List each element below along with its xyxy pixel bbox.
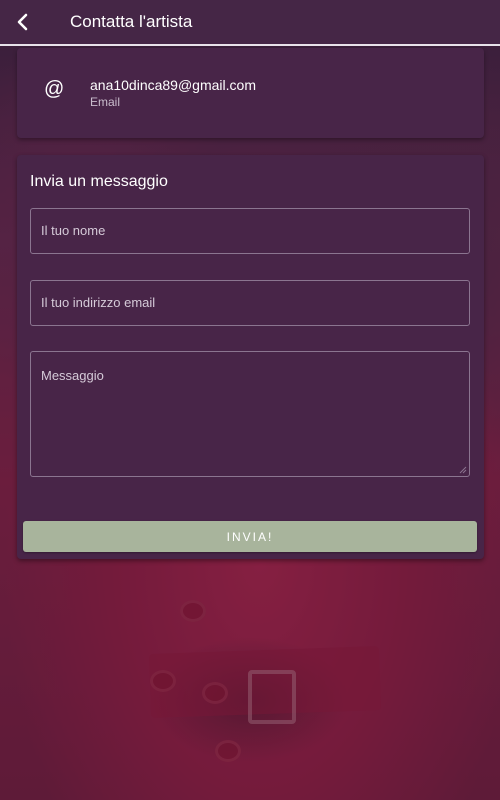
- app-header: Contatta l'artista: [0, 0, 500, 46]
- contact-email-value[interactable]: ana10dinca89@gmail.com: [90, 77, 256, 93]
- email-input-placeholder: Il tuo indirizzo email: [41, 295, 156, 310]
- back-button[interactable]: [0, 0, 46, 44]
- message-textarea-placeholder: Messaggio: [41, 368, 104, 383]
- page-title: Contatta l'artista: [70, 12, 193, 31]
- resize-grip-icon[interactable]: [459, 466, 467, 474]
- message-form-card: Invia un messaggio Il tuo nome Il tuo in…: [17, 155, 484, 559]
- name-input-placeholder: Il tuo nome: [41, 223, 106, 238]
- contact-email-card[interactable]: @ ana10dinca89@gmail.com Email: [17, 48, 484, 138]
- contact-email-label: Email: [90, 95, 121, 109]
- email-input[interactable]: Il tuo indirizzo email: [30, 280, 470, 326]
- send-button[interactable]: INVIA!: [23, 521, 477, 552]
- app-screen: Contatta l'artista @ ana10dinca89@gmail.…: [0, 0, 500, 800]
- at-sign-icon: @: [44, 78, 65, 100]
- message-textarea[interactable]: Messaggio: [30, 351, 470, 477]
- form-title: Invia un messaggio: [30, 173, 168, 190]
- chevron-left-icon: [17, 13, 28, 31]
- name-input[interactable]: Il tuo nome: [30, 208, 470, 254]
